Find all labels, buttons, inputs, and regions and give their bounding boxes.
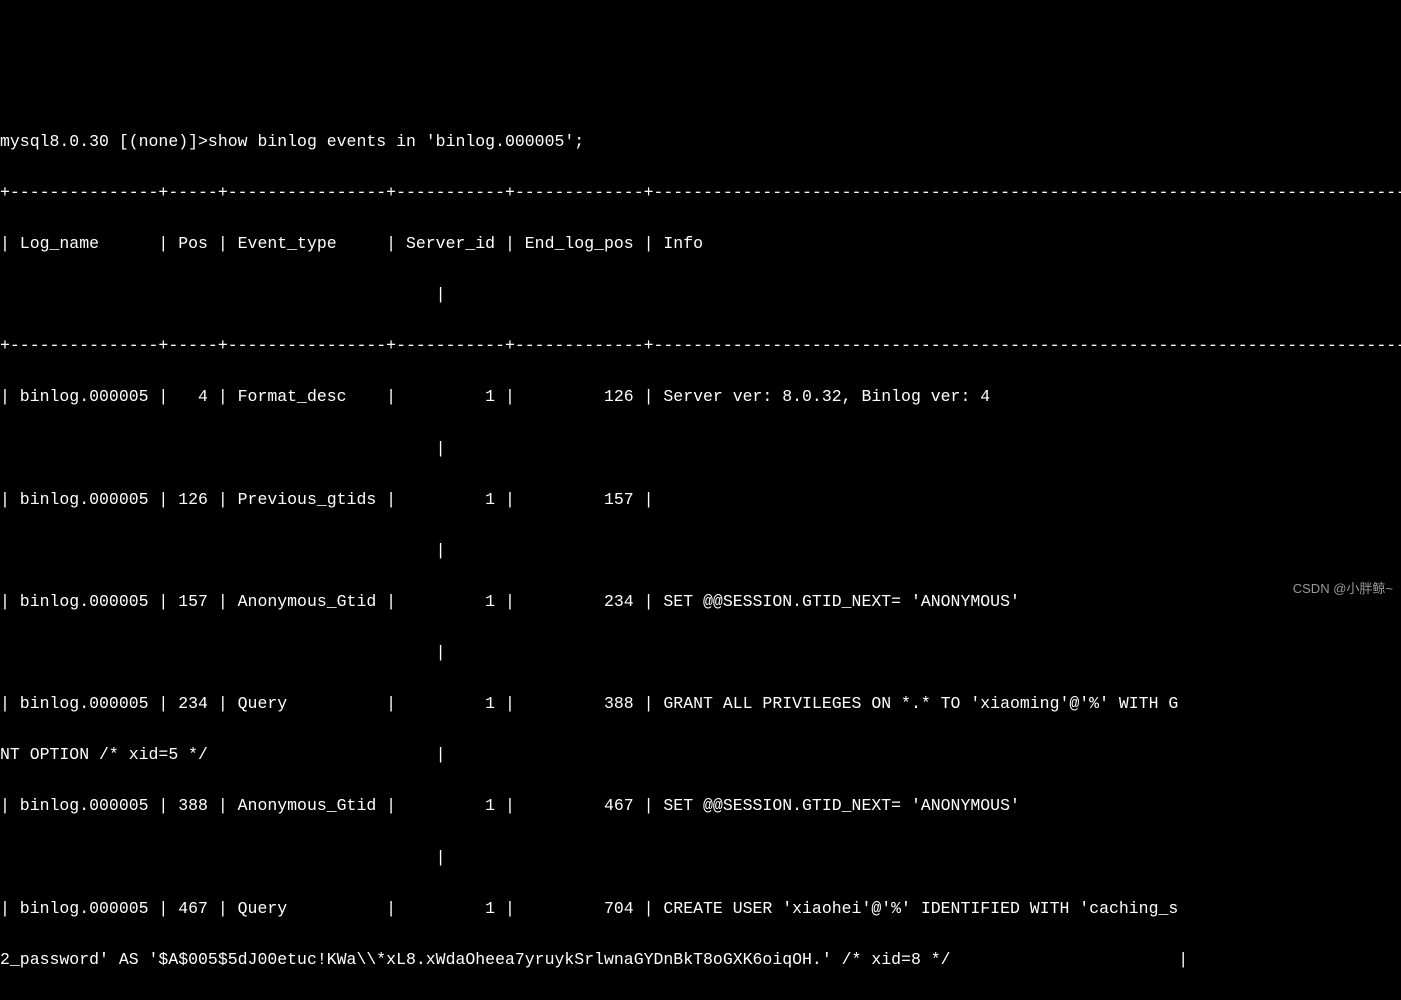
table-row-5a: | binlog.000005 | 388 | Anonymous_Gtid |… bbox=[0, 793, 1401, 819]
table-row-6b: 2_password' AS '$A$005$5dJ00etuc!KWa\\*x… bbox=[0, 947, 1401, 973]
table-row-1b: | bbox=[0, 436, 1401, 462]
table-header-l2: | bbox=[0, 282, 1401, 308]
table-row-5b: | bbox=[0, 845, 1401, 871]
watermark-text: CSDN @小胖鲸~ bbox=[1293, 579, 1393, 599]
table-row-4b: NT OPTION /* xid=5 */ | bbox=[0, 742, 1401, 768]
table-row-2b: | bbox=[0, 538, 1401, 564]
table-header-l1: | Log_name | Pos | Event_type | Server_i… bbox=[0, 231, 1401, 257]
table-row-6a: | binlog.000005 | 467 | Query | 1 | 704 … bbox=[0, 896, 1401, 922]
mysql-prompt-line: mysql8.0.30 [(none)]>show binlog events … bbox=[0, 129, 1401, 155]
table-border-top: +---------------+-----+----------------+… bbox=[0, 180, 1401, 206]
table-row-3a: | binlog.000005 | 157 | Anonymous_Gtid |… bbox=[0, 589, 1401, 615]
terminal-window: mysql8.0.30 [(none)]>show binlog events … bbox=[0, 103, 1401, 603]
table-row-4a: | binlog.000005 | 234 | Query | 1 | 388 … bbox=[0, 691, 1401, 717]
table-row-7a: | binlog.000005 | 704 | Anonymous_Gtid |… bbox=[0, 998, 1401, 1000]
table-row-3b: | bbox=[0, 640, 1401, 666]
table-row-1a: | binlog.000005 | 4 | Format_desc | 1 | … bbox=[0, 384, 1401, 410]
table-row-2a: | binlog.000005 | 126 | Previous_gtids |… bbox=[0, 487, 1401, 513]
table-border-mid: +---------------+-----+----------------+… bbox=[0, 333, 1401, 359]
